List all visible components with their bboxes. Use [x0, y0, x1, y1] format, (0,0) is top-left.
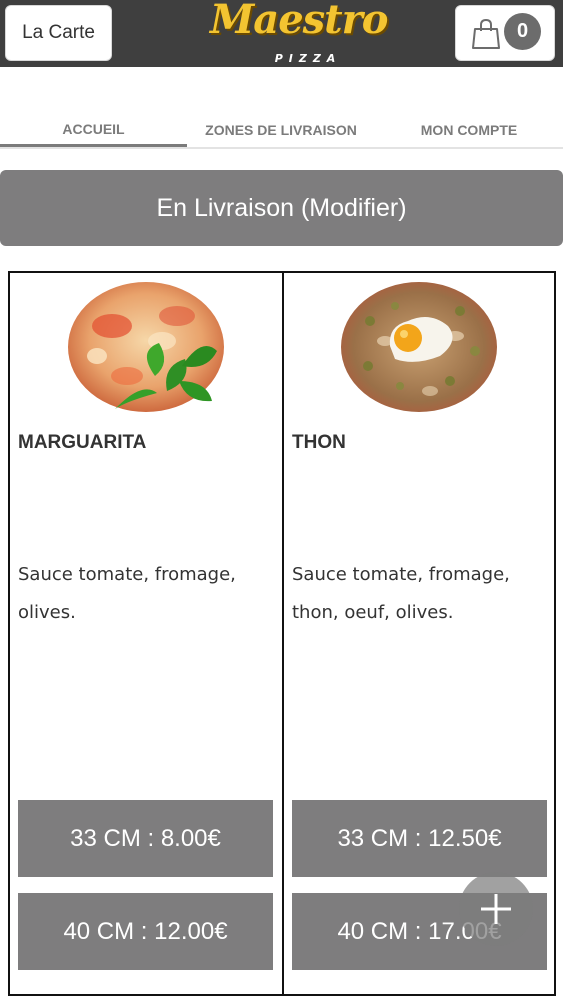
logo-main-text: Maestro [210, 0, 388, 43]
product-name: MARGUARITA [18, 432, 147, 453]
product-card: MARGUARITA Sauce tomate, fromage, olives… [10, 273, 282, 994]
plus-icon [481, 894, 511, 924]
tab-zones-de-livraison[interactable]: ZONES DE LIVRAISON [187, 113, 375, 147]
maestro-pizza-logo[interactable]: Maestro PIZZA [210, 0, 388, 67]
main-tabs: ACCUEIL ZONES DE LIVRAISON MON COMPTE [0, 113, 563, 149]
logo-sub-text: PIZZA [274, 52, 342, 65]
product-description: Sauce tomate, fromage, olives. [18, 564, 236, 623]
price-option-button[interactable]: 33 CM : 12.50€ [292, 800, 547, 877]
cart-button[interactable]: 0 [455, 5, 555, 61]
app-header: La Carte Maestro PIZZA 0 [0, 0, 563, 67]
product-description: Sauce tomate, fromage, thon, oeuf, olive… [292, 564, 510, 623]
margherita-pizza-image[interactable] [67, 281, 225, 413]
la-carte-button[interactable]: La Carte [5, 5, 112, 61]
delivery-mode-button[interactable]: En Livraison (Modifier) [0, 170, 563, 246]
cart-count-badge: 0 [504, 13, 541, 50]
product-name: THON [292, 432, 346, 453]
shopping-bag-icon [472, 18, 500, 49]
price-option-button[interactable]: 33 CM : 8.00€ [18, 800, 273, 877]
add-floating-button[interactable] [459, 872, 533, 946]
thon-pizza-image[interactable] [340, 281, 498, 413]
price-option-button[interactable]: 40 CM : 12.00€ [18, 893, 273, 970]
tab-mon-compte[interactable]: MON COMPTE [375, 113, 563, 147]
tab-accueil[interactable]: ACCUEIL [0, 113, 187, 147]
